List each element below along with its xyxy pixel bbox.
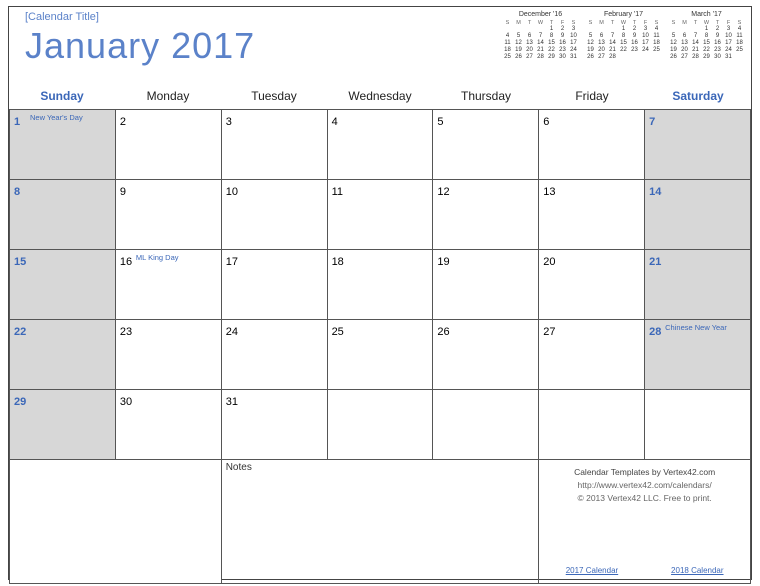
calendar-grid: 1New Year's Day2345678910111213141516ML … (9, 109, 751, 460)
weekday-label: Friday (539, 89, 645, 103)
day-number: 4 (332, 116, 338, 128)
day-cell: 11 (327, 180, 433, 250)
day-event: New Year's Day (30, 113, 83, 122)
day-number: 21 (649, 256, 661, 268)
day-cell: 6 (538, 110, 644, 180)
day-cell: 28 Chinese New Year (644, 320, 750, 390)
day-cell: 29 (9, 390, 115, 460)
day-cell: 13 (538, 180, 644, 250)
day-cell (432, 390, 538, 460)
day-number: 18 (332, 256, 344, 268)
day-cell: 2 (115, 110, 221, 180)
day-number: 24 (226, 326, 238, 338)
day-cell: 10 (221, 180, 327, 250)
day-event: Chinese New Year (665, 323, 727, 332)
day-number: 6 (543, 116, 549, 128)
day-cell: 12 (432, 180, 538, 250)
day-number: 16 (120, 256, 132, 268)
day-number: 19 (437, 256, 449, 268)
day-number: 29 (14, 396, 26, 408)
day-cell: 31 (221, 390, 327, 460)
notes-label: Notes (226, 462, 252, 473)
link-2017-calendar[interactable]: 2017 Calendar (566, 565, 618, 577)
day-number: 26 (437, 326, 449, 338)
mini-title: February '17 (585, 11, 662, 19)
calendar-page: [Calendar Title] January 2017 December '… (8, 6, 752, 580)
day-cell: 21 (644, 250, 750, 320)
day-number: 31 (226, 396, 238, 408)
weekday-label: Thursday (433, 89, 539, 103)
day-cell: 16 ML King Day (115, 250, 221, 320)
day-number: 2 (120, 116, 126, 128)
day-cell: 26 (432, 320, 538, 390)
day-cell: 15 (9, 250, 115, 320)
day-number: 22 (14, 326, 26, 338)
day-cell: 5 (432, 110, 538, 180)
mini-calendars: December '16SMTWTFS123456789101112131415… (502, 11, 745, 61)
day-cell: 30 (115, 390, 221, 460)
day-number: 11 (332, 186, 343, 198)
day-number: 15 (14, 256, 26, 268)
day-cell: 20 (538, 250, 644, 320)
day-cell: 8 (9, 180, 115, 250)
mini-title: March '17 (668, 11, 745, 19)
day-cell (644, 390, 750, 460)
weekday-label: Tuesday (221, 89, 327, 103)
day-number: 5 (437, 116, 443, 128)
day-cell: 4 (327, 110, 433, 180)
credit-line-3: © 2013 Vertex42 LLC. Free to print. (543, 492, 746, 505)
day-event: ML King Day (136, 253, 179, 262)
weekday-label: Sunday (9, 89, 115, 103)
mini-calendar: February '17SMTWTFS123456789101112131415… (585, 11, 662, 61)
day-number: 14 (649, 186, 661, 198)
day-cell: 19 (432, 250, 538, 320)
day-number: 12 (437, 186, 449, 198)
credit-line-2: http://www.vertex42.com/calendars/ (543, 479, 746, 492)
day-cell: 1 New Year's Day (9, 110, 115, 180)
weekday-label: Wednesday (327, 89, 433, 103)
day-number: 25 (332, 326, 344, 338)
notes-area: Notes (221, 460, 539, 584)
day-number: 1 (14, 116, 20, 128)
day-cell: 25 (327, 320, 433, 390)
footer-blank (9, 460, 221, 584)
day-number: 13 (543, 186, 555, 198)
credit-line-1: Calendar Templates by Vertex42.com (543, 466, 746, 479)
day-number: 10 (226, 186, 238, 198)
day-cell: 14 (644, 180, 750, 250)
link-2018-calendar[interactable]: 2018 Calendar (671, 565, 723, 577)
day-cell: 22 (9, 320, 115, 390)
day-number: 7 (649, 116, 655, 128)
credits-box: Calendar Templates by Vertex42.com http:… (538, 460, 750, 584)
day-number: 27 (543, 326, 555, 338)
day-number: 23 (120, 326, 132, 338)
mini-calendar: March '17SMTWTFS123456789101112131415161… (668, 11, 745, 61)
day-cell: 3 (221, 110, 327, 180)
calendar-header: [Calendar Title] January 2017 December '… (9, 7, 751, 85)
day-cell: 18 (327, 250, 433, 320)
mini-title: December '16 (502, 11, 579, 19)
day-cell: 9 (115, 180, 221, 250)
day-cell: 24 (221, 320, 327, 390)
day-cell: 7 (644, 110, 750, 180)
day-cell (327, 390, 433, 460)
weekday-label: Saturday (645, 89, 751, 103)
weekday-label: Monday (115, 89, 221, 103)
day-cell: 23 (115, 320, 221, 390)
day-number: 30 (120, 396, 132, 408)
weekday-header: SundayMondayTuesdayWednesdayThursdayFrid… (9, 85, 751, 109)
day-number: 20 (543, 256, 555, 268)
day-number: 17 (226, 256, 238, 268)
day-number: 3 (226, 116, 232, 128)
day-number: 28 (649, 326, 661, 338)
mini-calendar: December '16SMTWTFS123456789101112131415… (502, 11, 579, 61)
calendar-footer: Notes Calendar Templates by Vertex42.com… (9, 460, 751, 584)
day-cell (538, 390, 644, 460)
day-cell: 17 (221, 250, 327, 320)
day-number: 9 (120, 186, 126, 198)
day-cell: 27 (538, 320, 644, 390)
day-number: 8 (14, 186, 20, 198)
